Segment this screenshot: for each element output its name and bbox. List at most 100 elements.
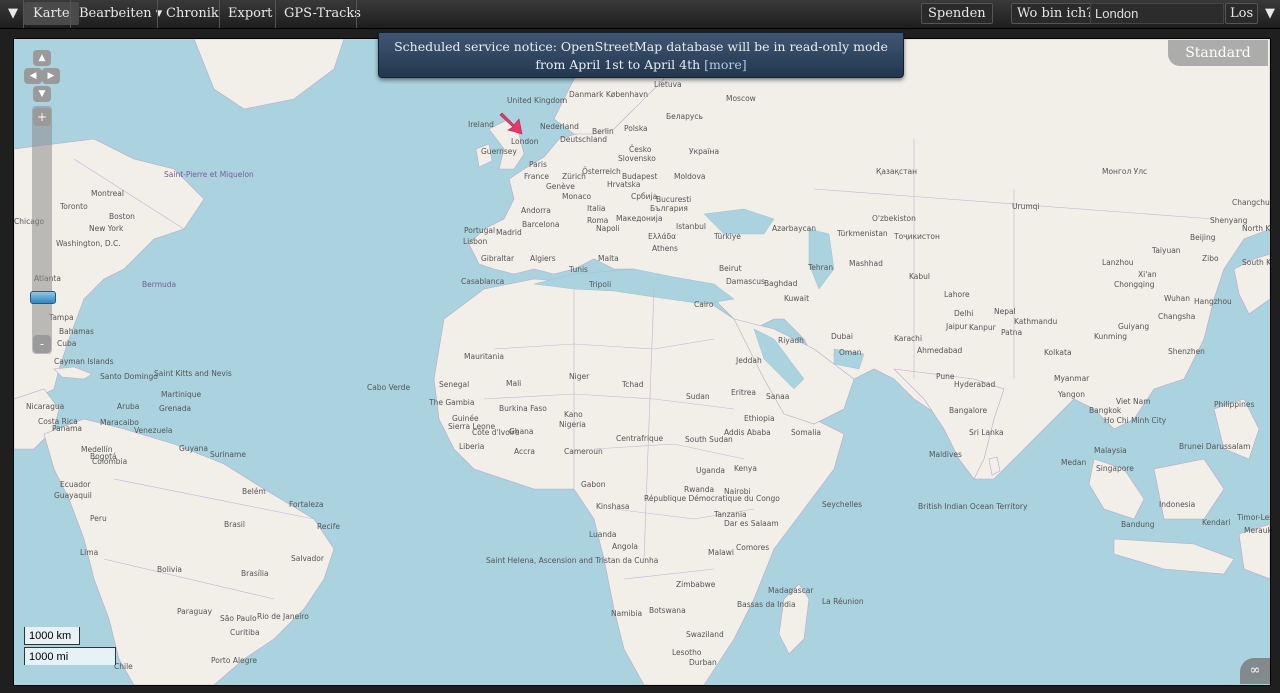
map-label: Beirut [719, 264, 742, 273]
where-am-i-button[interactable]: Wo bin ich? [1011, 3, 1100, 24]
permalink-icon[interactable]: ∞ [1240, 658, 1270, 684]
map-label: République Démocratique du Congo [644, 494, 780, 503]
tab-export[interactable]: Export [219, 2, 281, 25]
map-label: Peru [90, 514, 107, 523]
map-label: Madrid [496, 228, 522, 237]
map-label: Lahore [944, 290, 970, 299]
map-canvas: United Kingdom Ireland Danmark København Li… [14, 39, 1270, 685]
tab-chronik[interactable]: Chronik [157, 2, 228, 25]
notice-more-link[interactable]: [more] [704, 57, 747, 72]
pan-up-icon[interactable]: ▲ [33, 50, 51, 66]
menu-toggle-icon[interactable]: ▼ [2, 2, 24, 25]
map-label: Lietuva [654, 80, 682, 89]
zoom-out-button[interactable]: - [33, 335, 51, 353]
map-label: British Indian Ocean Territory [918, 502, 1028, 511]
map-label: Karachi [894, 334, 922, 343]
map-label: London [511, 137, 539, 146]
map-label: Kunming [1094, 332, 1127, 341]
map-label: South Korea [1242, 258, 1270, 267]
map-label: Македонија [616, 214, 662, 223]
map-label: Riyadh [778, 336, 804, 345]
map-label: Cameroun [564, 447, 603, 456]
map-label: Xi'an [1138, 270, 1157, 279]
map-label: Recife [317, 522, 340, 531]
map-label: Hyderabad [954, 380, 995, 389]
map-label: Myanmar [1054, 374, 1090, 383]
map-label: Colombia [92, 457, 127, 466]
map-label: Grenada [159, 404, 191, 413]
pan-down-icon[interactable]: ▼ [33, 86, 51, 102]
zoom-in-button[interactable]: + [33, 108, 51, 126]
map-label: Portugal [464, 226, 495, 235]
map-label: Martinique [161, 390, 202, 399]
map-label: Kano [564, 410, 583, 419]
map-label: Saint Helena, Ascension and Tristan da C… [486, 556, 658, 565]
map-label: Barcelona [522, 220, 559, 229]
map-label: Zibo [1202, 254, 1219, 263]
map-label: Lisbon [463, 237, 488, 246]
map-label: Rwanda [684, 485, 714, 494]
map-label: Napoli [596, 224, 620, 233]
top-toolbar: ▼ Karte Bearbeiten ▾ Chronik Export GPS-… [0, 0, 1280, 29]
map-label: United Kingdom [507, 96, 567, 105]
zoom-slider-handle[interactable] [30, 291, 56, 304]
map-label: Bahamas [59, 327, 94, 336]
map-label: O'zbekiston [872, 214, 916, 223]
map-label: Accra [514, 447, 535, 456]
map-label: La Réunion [822, 597, 864, 606]
map-label: Chile [114, 662, 133, 671]
map-label: Dubai [831, 332, 853, 341]
zoom-slider-track[interactable] [32, 106, 52, 354]
map-view[interactable]: United Kingdom Ireland Danmark København Li… [13, 38, 1271, 686]
map-label: Burkina Faso [499, 404, 547, 413]
map-label: Česko [629, 145, 652, 154]
map-label: Damascus [726, 277, 765, 286]
map-label: Lanzhou [1102, 258, 1134, 267]
map-label: Belém [242, 487, 266, 496]
map-label: Bangkok [1089, 406, 1122, 415]
map-label: Indonesia [1159, 500, 1195, 509]
map-label: Curitiba [230, 628, 260, 637]
map-label: Cuba [57, 339, 76, 348]
layer-switcher-button[interactable]: Standard [1168, 40, 1268, 66]
map-label: Nederland [540, 122, 579, 131]
map-label: Genève [546, 182, 575, 191]
map-label: Kendari [1202, 518, 1230, 527]
search-input[interactable] [1090, 3, 1224, 24]
map-label: Rio de Janeiro [257, 612, 309, 621]
map-label: The Gambia [428, 398, 475, 407]
map-label: Changchun [1232, 198, 1270, 207]
map-label: North Korea [1242, 224, 1270, 233]
map-label: Venezuela [134, 426, 173, 435]
map-label: Тоҷикистон [893, 232, 940, 241]
map-label: Brasil [224, 520, 245, 529]
map-label: Uganda [696, 466, 725, 475]
map-label: Hrvatska [607, 180, 640, 189]
pan-left-icon[interactable]: ◀ [24, 68, 42, 84]
map-label: Boston [109, 212, 135, 221]
donate-button[interactable]: Spenden [921, 3, 993, 24]
map-label: Sanaa [766, 392, 789, 401]
map-label: Paraguay [177, 607, 213, 616]
map-label: Maldives [929, 450, 962, 459]
map-label: Tchad [621, 380, 644, 389]
map-label: Қазақстан [876, 167, 917, 176]
map-label: Philippines [1214, 400, 1255, 409]
search-go-button[interactable]: Los [1225, 3, 1259, 24]
map-label: Hangzhou [1194, 297, 1232, 306]
map-label: Azərbaycan [772, 224, 816, 233]
map-label: Dar es Salaam [724, 519, 779, 528]
map-label: Kinshasa [596, 502, 630, 511]
right-menu-toggle-icon[interactable]: ▼ [1260, 2, 1280, 25]
map-label: Nepal [994, 307, 1016, 316]
map-label: Bucuresti [656, 195, 691, 204]
pan-right-icon[interactable]: ▶ [42, 68, 60, 84]
map-label: Tripoli [588, 280, 611, 289]
map-label: Merauke [1244, 526, 1270, 535]
map-label: Bermuda [142, 280, 176, 289]
map-label: Toronto [59, 202, 88, 211]
map-label: Tehran [807, 263, 833, 272]
map-label: Kuwait [784, 294, 809, 303]
service-notice-text: Scheduled service notice: OpenStreetMap … [394, 39, 888, 72]
map-label: Slovensko [618, 154, 656, 163]
